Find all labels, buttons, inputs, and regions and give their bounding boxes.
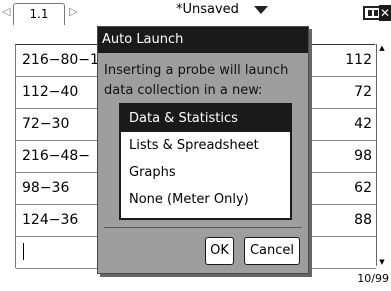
expression: 124−36 [22, 212, 79, 228]
scroll-down-icon[interactable]: ▼ [377, 258, 387, 266]
dialog-title: Auto Launch [98, 27, 308, 53]
result: 98 [354, 148, 372, 164]
result: 42 [354, 116, 372, 132]
expression: 98−36 [22, 180, 70, 196]
scroll-up-icon[interactable]: ▲ [377, 44, 387, 52]
expression: 216−80−1 [22, 52, 99, 68]
document-menu-caret-icon[interactable] [254, 6, 268, 14]
close-icon[interactable]: ✕ [379, 5, 391, 21]
dialog-message: Inserting a probe will launch data colle… [104, 63, 289, 98]
tab-page[interactable]: 1.1 [13, 3, 65, 25]
app-option-list[interactable]: Data & Statistics Lists & Spreadsheet Gr… [119, 103, 292, 220]
expression: 72−30 [22, 116, 70, 132]
history-position: 10/99 [357, 272, 389, 285]
cancel-button[interactable]: Cancel [244, 237, 300, 265]
expression: 112−40 [22, 84, 79, 100]
result: 112 [345, 52, 372, 68]
result: 88 [354, 212, 372, 228]
ok-button[interactable]: OK [205, 237, 234, 265]
top-tab-bar: ◁ 1.1 ▷ *Unsaved ✕ [0, 0, 391, 25]
expression: 216−48− [22, 148, 90, 164]
text-cursor [23, 243, 24, 260]
result: 72 [354, 84, 372, 100]
option-lists-spreadsheet[interactable]: Lists & Spreadsheet [121, 132, 290, 159]
scrollbar[interactable]: ▲ ▼ [376, 44, 386, 266]
option-data-statistics[interactable]: Data & Statistics [121, 105, 290, 132]
auto-launch-dialog: Auto Launch Inserting a probe will launc… [97, 26, 309, 274]
tab-scroll-right-icon[interactable]: ▷ [69, 5, 77, 18]
document-title[interactable]: *Unsaved [176, 2, 239, 17]
option-none-meter-only[interactable]: None (Meter Only) [121, 186, 290, 213]
result: 62 [354, 180, 372, 196]
option-graphs[interactable]: Graphs [121, 159, 290, 186]
dialog-divider [104, 227, 302, 228]
tab-label: 1.1 [29, 7, 49, 21]
tab-scroll-left-icon[interactable]: ◁ [2, 5, 10, 18]
